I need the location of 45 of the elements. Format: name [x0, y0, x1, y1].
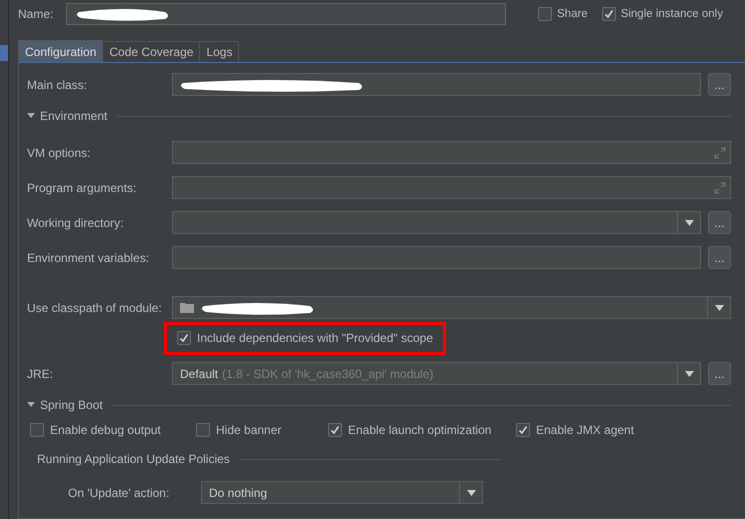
checkbox-label: Enable launch optimization: [348, 423, 492, 437]
checkbox-label: Single instance only: [620, 8, 723, 20]
section-title: Spring Boot: [40, 398, 103, 412]
name-field[interactable]: [66, 3, 506, 25]
field-label: Working directory:: [27, 216, 124, 230]
combo-box[interactable]: Default (1.8 - SDK of 'hk_case360_api' module): [172, 362, 701, 385]
field-label: Use classpath of module:: [27, 300, 163, 314]
tab[interactable]: Configuration: [18, 40, 104, 62]
selection-marker: [0, 45, 8, 61]
field-label: Main class:: [27, 78, 88, 92]
checkbox-label: Enable JMX agent: [536, 423, 634, 437]
field-label: Program arguments:: [27, 180, 138, 194]
expanded-triangle-icon[interactable]: [27, 112, 35, 120]
text-field[interactable]: [172, 246, 701, 269]
checkbox-label: Include dependencies with "Provided" scope: [197, 331, 434, 345]
field-label: Environment variables:: [27, 250, 150, 264]
field-label: VM options:: [27, 146, 92, 160]
browse-button[interactable]: ...: [708, 73, 731, 96]
text-field[interactable]: [172, 73, 701, 96]
checkbox[interactable]: [602, 7, 616, 21]
browse-button[interactable]: ...: [708, 362, 731, 385]
browse-button[interactable]: ...: [708, 246, 731, 269]
checkbox-label: Hide banner: [216, 423, 282, 437]
tab[interactable]: Logs: [199, 41, 240, 62]
browse-button[interactable]: ...: [708, 211, 731, 234]
expanded-triangle-icon[interactable]: [27, 401, 35, 409]
combo-box[interactable]: Do nothing: [201, 481, 483, 504]
checkbox[interactable]: [516, 423, 530, 437]
checkbox[interactable]: [30, 423, 44, 437]
field-label: On 'Update' action:: [68, 486, 170, 500]
text-field[interactable]: [172, 176, 731, 199]
section-title: Environment: [40, 109, 108, 123]
checkbox[interactable]: [177, 331, 191, 345]
field-label: JRE:: [27, 366, 54, 380]
section-title: Running Application Update Policies: [37, 452, 230, 466]
checkbox-label: Enable debug output: [50, 423, 161, 437]
checkbox-label: Share: [557, 8, 588, 20]
field-label: Name:: [18, 7, 54, 21]
folder-icon: [180, 302, 194, 313]
combo-box[interactable]: [172, 296, 731, 319]
checkbox[interactable]: [538, 7, 552, 21]
checkbox[interactable]: [196, 423, 210, 437]
combo-value: Default (1.8 - SDK of 'hk_case360_api' module): [179, 366, 434, 380]
text-field[interactable]: [172, 141, 731, 164]
checkbox[interactable]: [328, 423, 342, 437]
